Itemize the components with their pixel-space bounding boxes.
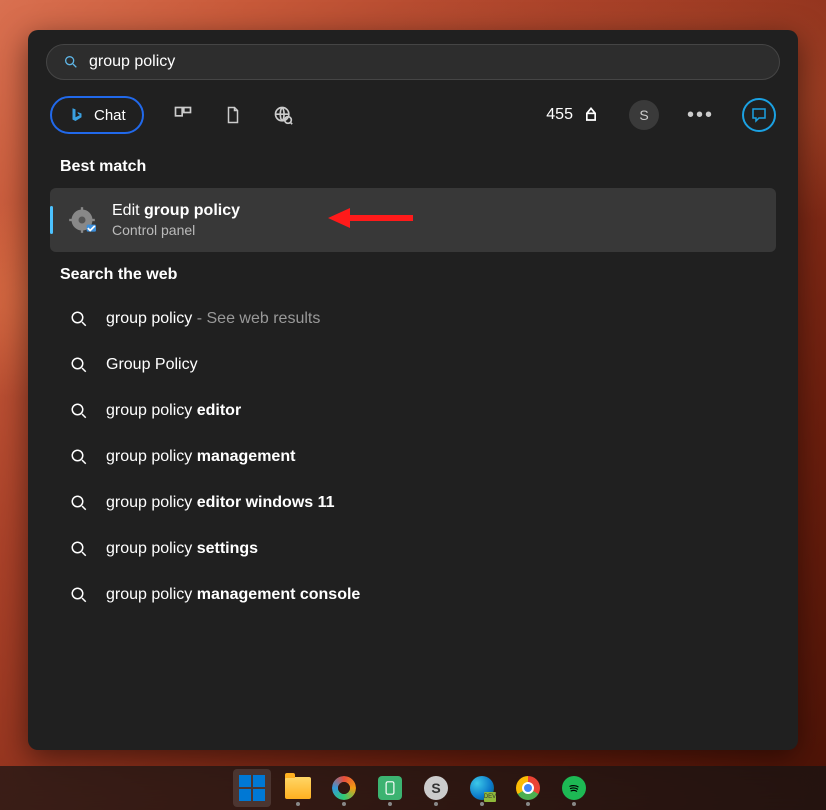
more-menu-icon[interactable]: ••• [687, 104, 714, 127]
web-results-list: group policy - See web results Group Pol… [40, 296, 786, 618]
web-result-item[interactable]: group policy management console [40, 572, 786, 618]
apps-tab-icon[interactable] [172, 104, 194, 126]
bing-chat-icon [750, 106, 768, 124]
bing-icon [68, 106, 86, 124]
web-result-item[interactable]: group policy management [40, 434, 786, 480]
taskbar-phone[interactable] [371, 769, 409, 807]
search-icon [70, 310, 88, 328]
bing-chat-button[interactable] [742, 98, 776, 132]
best-match-text: Edit group policy Control panel [112, 202, 240, 238]
web-result-text: Group Policy [106, 356, 198, 374]
rewards-points[interactable]: 455 [546, 105, 601, 125]
phone-icon [378, 776, 402, 800]
windows-icon [239, 775, 265, 801]
web-result-text: group policy - See web results [106, 310, 320, 328]
filter-tabs-row: Chat 455 S ••• [40, 80, 786, 144]
search-icon [70, 540, 88, 558]
user-avatar[interactable]: S [629, 100, 659, 130]
web-result-item[interactable]: group policy editor [40, 388, 786, 434]
best-match-heading: Best match [40, 144, 786, 188]
search-icon [70, 586, 88, 604]
edge-icon: DEV [470, 776, 494, 800]
taskbar-spotify[interactable] [555, 769, 593, 807]
start-button[interactable] [233, 769, 271, 807]
best-match-result[interactable]: Edit group policy Control panel [50, 188, 776, 252]
taskbar-sublime[interactable]: S [417, 769, 455, 807]
avatar-letter: S [639, 107, 648, 123]
points-value: 455 [546, 106, 573, 124]
rewards-icon [581, 105, 601, 125]
taskbar-opera[interactable] [325, 769, 363, 807]
web-result-item[interactable]: Group Policy [40, 342, 786, 388]
web-result-text: group policy editor windows 11 [106, 494, 335, 512]
annotation-arrow [328, 204, 413, 232]
search-input[interactable] [89, 53, 763, 71]
opera-icon [332, 776, 356, 800]
search-box[interactable] [46, 44, 780, 80]
chat-tab[interactable]: Chat [50, 96, 144, 134]
search-icon [70, 448, 88, 466]
chat-tab-label: Chat [94, 107, 126, 124]
search-icon [63, 54, 79, 70]
web-result-text: group policy management [106, 448, 295, 466]
taskbar-chrome[interactable] [509, 769, 547, 807]
web-result-item[interactable]: group policy - See web results [40, 296, 786, 342]
search-icon [70, 494, 88, 512]
web-result-text: group policy management console [106, 586, 360, 604]
sublime-icon: S [424, 776, 448, 800]
gear-icon [68, 206, 96, 234]
web-result-item[interactable]: group policy settings [40, 526, 786, 572]
documents-tab-icon[interactable] [222, 104, 244, 126]
search-web-heading: Search the web [40, 252, 786, 296]
folder-icon [285, 777, 311, 799]
spotify-icon [562, 776, 586, 800]
taskbar-explorer[interactable] [279, 769, 317, 807]
taskbar-edge-dev[interactable]: DEV [463, 769, 501, 807]
search-icon [70, 402, 88, 420]
taskbar: S DEV [0, 766, 826, 810]
chrome-icon [516, 776, 540, 800]
windows-search-panel: Chat 455 S ••• Best match Edit g [28, 30, 798, 750]
search-icon [70, 356, 88, 374]
web-tab-icon[interactable] [272, 104, 294, 126]
best-match-title: Edit group policy [112, 202, 240, 220]
best-match-subtitle: Control panel [112, 222, 240, 238]
web-result-item[interactable]: group policy editor windows 11 [40, 480, 786, 526]
web-result-text: group policy settings [106, 540, 258, 558]
web-result-text: group policy editor [106, 402, 241, 420]
